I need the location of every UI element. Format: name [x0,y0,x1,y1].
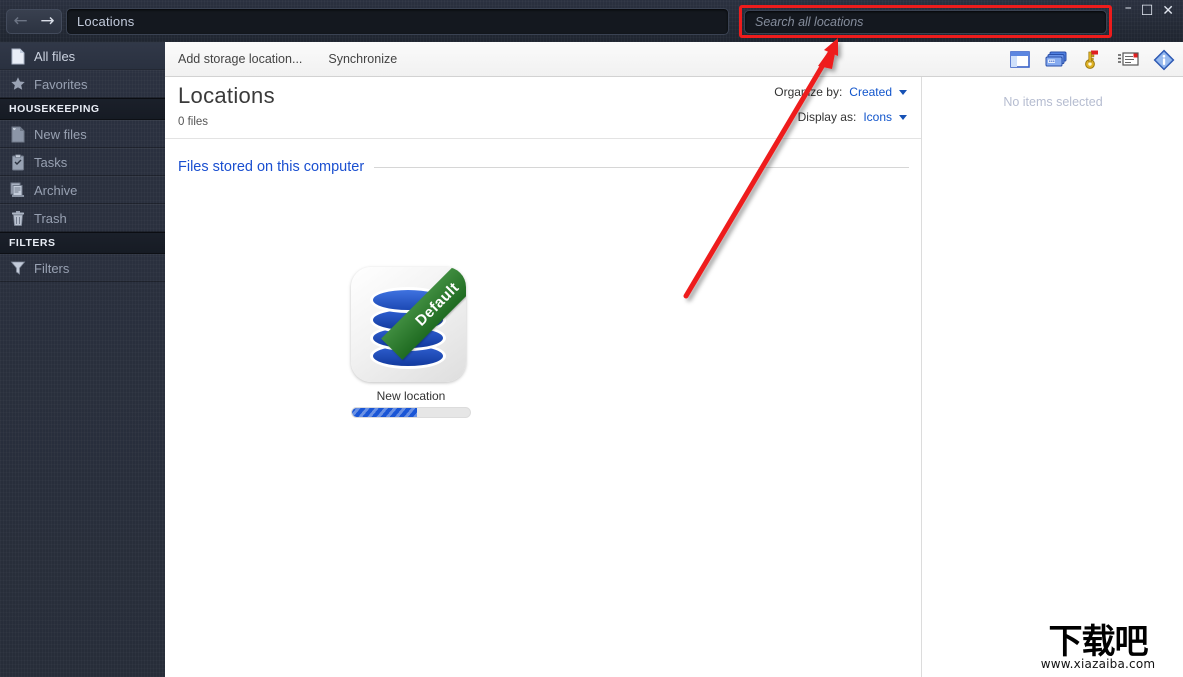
sidebar-item-label: Tasks [34,154,68,170]
file-icon [9,47,27,65]
trash-icon [9,209,27,227]
sidebar-section-filters: FILTERS [0,232,165,254]
search-input-wrapper[interactable] [744,10,1107,34]
watermark-url: www.xiazaiba.com [1040,656,1156,671]
panel-layout-icon[interactable] [1009,49,1031,71]
display-as-label: Display as: [797,110,857,124]
sidebar-item-label: New files [34,126,87,142]
display-as-row: Display as: Icons [798,110,907,124]
page-title: Locations [178,83,275,108]
sidebar-item-label: All files [34,48,76,64]
item-progress-fill [352,408,417,417]
sidebar-item-label: Trash [34,210,67,226]
sidebar: All files Favorites HOUSEKEEPING New fil… [0,42,165,677]
maximize-button[interactable]: ☐ [1141,4,1154,18]
window-controls: – ☐ ✕ [1125,0,1179,22]
sidebar-item-label: Filters [34,260,70,276]
main-area: Add storage location... Synchronize Loca… [165,42,1183,677]
clipboard-icon [9,153,27,171]
organize-by-value[interactable]: Created [849,85,892,99]
no-items-selected-message: No items selected [1003,95,1103,109]
details-list-icon[interactable] [1117,49,1139,71]
title-bar: ← → Locations – ☐ ✕ [0,0,1183,42]
item-progress-bar [351,407,471,418]
sidebar-item-new-files[interactable]: New files [0,120,165,148]
sidebar-item-favorites[interactable]: Favorites [0,70,165,98]
chevron-down-icon[interactable] [899,114,907,120]
group-header: Files stored on this computer [165,157,921,177]
info-icon[interactable] [1153,49,1175,71]
key-icon[interactable] [1081,49,1103,71]
content-pane: Locations 0 files Organize by: Created D… [165,77,922,677]
toolbar: Add storage location... Synchronize [165,42,1183,77]
toolbar-icons [1009,42,1175,77]
chevron-down-icon[interactable] [899,89,907,95]
new-file-icon [9,125,27,143]
funnel-icon [9,259,27,277]
sidebar-item-filters[interactable]: Filters [0,254,165,282]
sidebar-item-tasks[interactable]: Tasks [0,148,165,176]
path-field[interactable]: Locations [66,8,729,35]
star-icon [9,75,27,93]
detail-panel: No items selected [923,77,1183,677]
sidebar-item-label: Favorites [34,76,88,92]
sidebar-section-housekeeping: HOUSEKEEPING [0,98,165,120]
database-icon [351,267,466,382]
group-header-divider [374,166,909,168]
archive-icon [9,181,27,199]
sidebar-item-archive[interactable]: Archive [0,176,165,204]
list-item[interactable]: Default New location [351,267,471,418]
sidebar-item-label: Archive [34,182,78,198]
close-button[interactable]: ✕ [1162,4,1174,18]
arrow-left-icon[interactable]: ← [13,13,27,30]
synchronize-button[interactable]: Synchronize [315,42,410,76]
item-label: New location [376,389,446,403]
organize-by-row: Organize by: Created [774,85,907,99]
path-field-value: Locations [77,14,135,29]
minimize-button[interactable]: – [1125,1,1132,15]
application-window: ← → Locations – ☐ ✕ All files [0,0,1183,677]
watermark-text: 下载吧 [1048,621,1149,662]
navigation-buttons: ← → [6,9,62,34]
sidebar-item-all-files[interactable]: All files [0,42,165,70]
sidebar-item-trash[interactable]: Trash [0,204,165,232]
search-input[interactable] [745,11,1106,33]
file-count-label: 0 files [178,116,209,128]
organize-by-label: Organize by: [774,85,843,99]
arrow-right-icon[interactable]: → [40,13,54,30]
item-icon-wrapper: Default [351,267,471,387]
cards-icon[interactable] [1045,49,1067,71]
add-storage-location-button[interactable]: Add storage location... [165,42,315,76]
watermark: 下载吧 www.xiazaiba.com [1015,617,1181,677]
group-header-label: Files stored on this computer [178,159,365,175]
content-header: Locations 0 files Organize by: Created D… [165,77,921,139]
display-as-value[interactable]: Icons [863,110,892,124]
